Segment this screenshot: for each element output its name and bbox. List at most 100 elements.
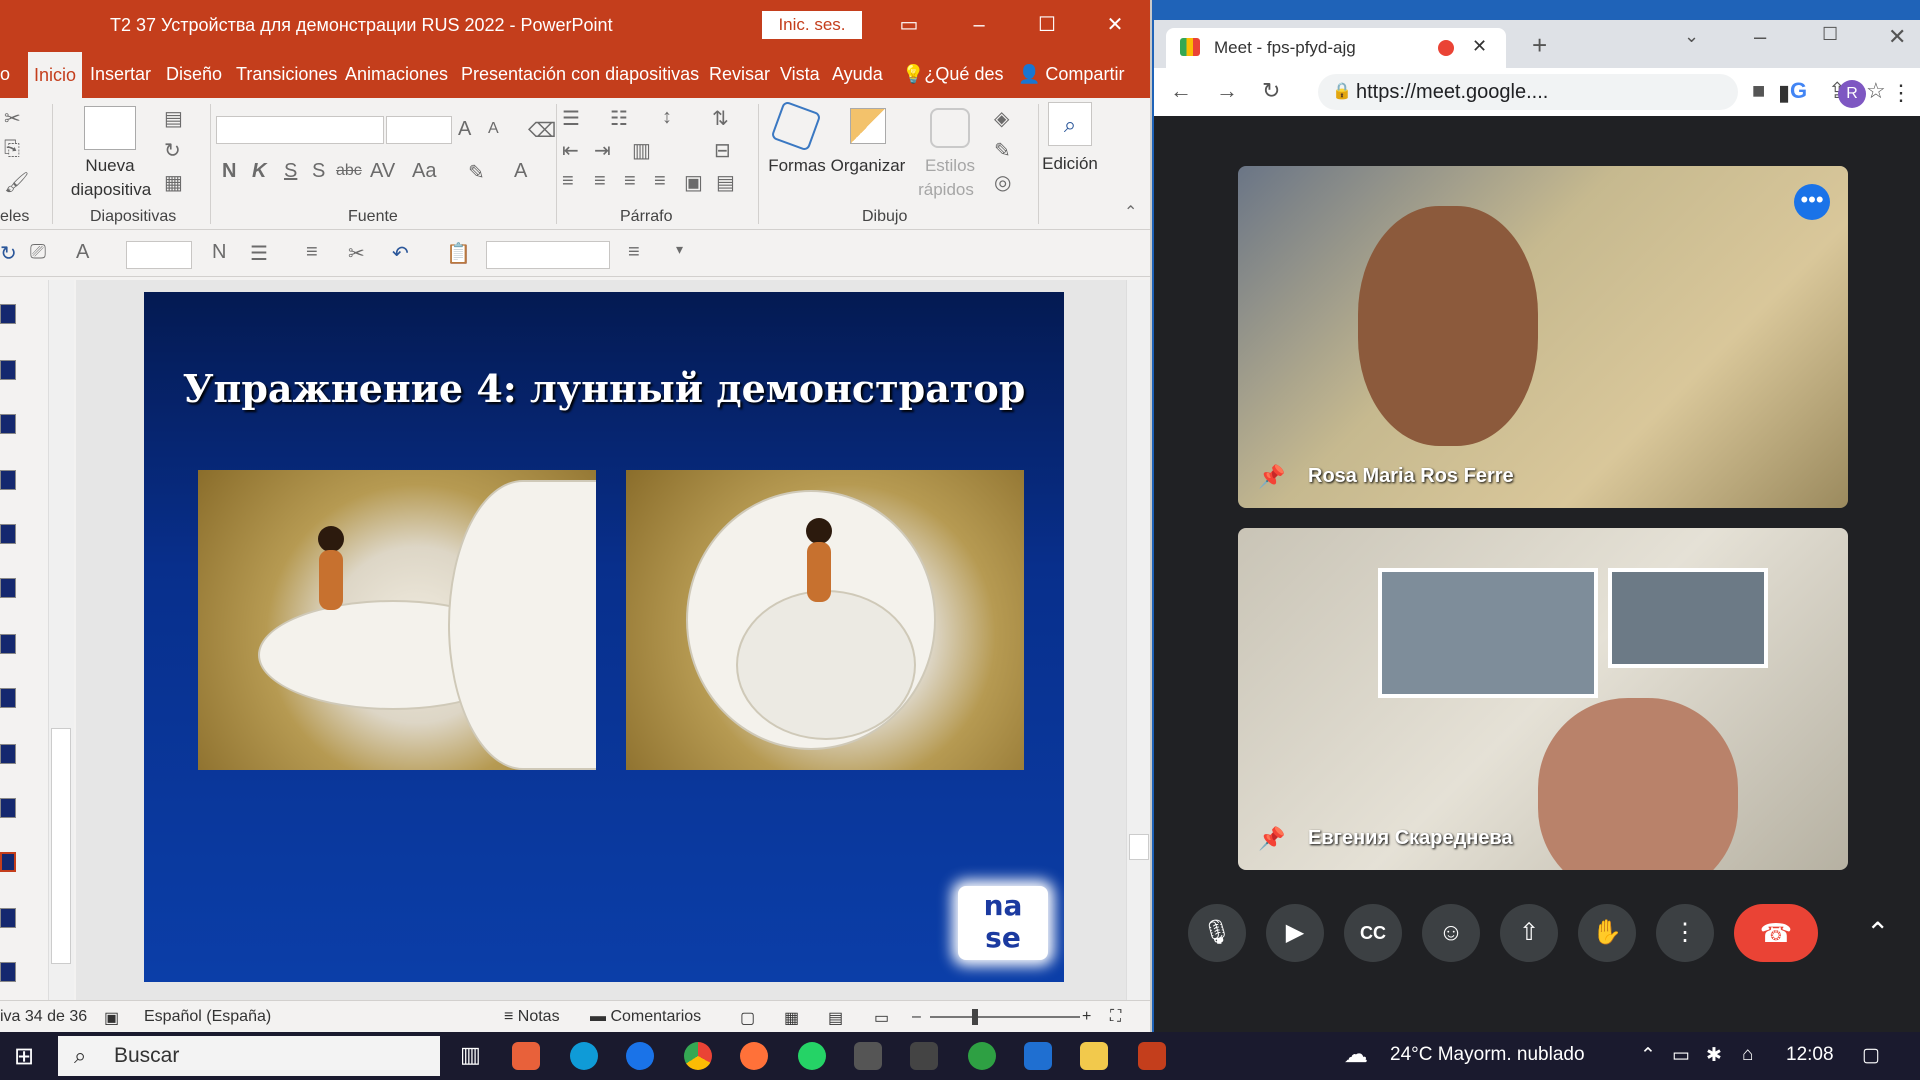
bullets-icon[interactable]: ☰ [562, 106, 580, 131]
qat-bullets-icon[interactable]: ☰ [250, 241, 268, 266]
minimize-icon[interactable]: – [964, 10, 994, 40]
underline-button[interactable]: S [284, 160, 297, 183]
slide-thumbnail[interactable] [0, 524, 16, 544]
quick-styles-label[interactable]: Estilos [912, 156, 988, 176]
reset-icon[interactable]: ↻ [164, 138, 181, 163]
spellcheck-icon[interactable]: ▣ [104, 1008, 119, 1028]
forward-icon[interactable]: → [1216, 78, 1238, 104]
powerpoint-icon[interactable] [1138, 1042, 1166, 1070]
shapes-icon[interactable] [770, 100, 822, 152]
teamviewer-icon[interactable] [626, 1042, 654, 1070]
sign-in-button[interactable]: Inic. ses. [762, 11, 862, 39]
slide-thumbnail-selected[interactable] [0, 852, 16, 872]
weather-text[interactable]: 24°C Mayorm. nublado [1390, 1044, 1585, 1066]
slide-thumbnail[interactable] [0, 798, 16, 818]
slide-thumbnail[interactable] [0, 304, 16, 324]
search-icon[interactable]: ⌕ [1048, 102, 1092, 146]
more-options-button[interactable]: ⋮ [1656, 904, 1714, 962]
action-center-icon[interactable]: ▢ [1862, 1044, 1880, 1067]
close-tab-icon[interactable]: ✕ [1472, 36, 1487, 57]
slideshow-view-icon[interactable]: ▭ [874, 1008, 889, 1028]
windows-start-icon[interactable]: ⊞ [14, 1042, 34, 1071]
shapes-label[interactable]: Formas [762, 156, 832, 176]
tab-animations[interactable]: Animaciones [345, 64, 448, 85]
present-button[interactable]: ⇧ [1500, 904, 1558, 962]
convert-smartart-icon[interactable]: ▤ [716, 170, 735, 195]
quick-styles-icon[interactable] [930, 108, 970, 148]
qat-justify-icon[interactable]: ≡ [628, 241, 640, 264]
columns-icon[interactable]: ▥ [632, 138, 651, 163]
browser-tab-meet[interactable]: Meet - fps-pfyd-ajg ✕ [1166, 28, 1506, 68]
tab-share[interactable]: 👤 Compartir [1018, 64, 1124, 85]
network-icon[interactable]: ⌂ [1742, 1044, 1753, 1066]
taskbar-search[interactable]: ⌕ Buscar [58, 1036, 440, 1076]
notes-button[interactable]: ≡ Notas [504, 1008, 560, 1026]
end-call-button[interactable]: ☎ [1734, 904, 1818, 962]
align-right-icon[interactable]: ≡ [624, 170, 636, 193]
slide-thumbnail[interactable] [0, 962, 16, 982]
slide-thumbnail[interactable] [0, 360, 16, 380]
text-direction-icon[interactable]: ⇅ [712, 106, 729, 131]
reactions-button[interactable]: ☺ [1422, 904, 1480, 962]
office-icon[interactable] [512, 1042, 540, 1070]
app-icon[interactable] [968, 1042, 996, 1070]
tab-home[interactable]: Inicio [28, 52, 83, 98]
ribbon-display-icon[interactable]: ▭ [894, 10, 924, 40]
arrange-icon[interactable] [850, 108, 886, 144]
tab-transitions[interactable]: Transiciones [236, 64, 337, 85]
chrome-minimize-icon[interactable]: – [1754, 24, 1766, 50]
tab-design[interactable]: Diseño [166, 64, 222, 85]
moon-demonstrator-photo-1[interactable] [198, 470, 596, 770]
arrange-label[interactable]: Organizar [828, 156, 908, 176]
char-spacing-button[interactable]: AV [370, 160, 395, 183]
camera-icon[interactable]: ■ [1752, 78, 1765, 104]
maximize-icon[interactable]: ☐ [1032, 10, 1062, 40]
slide-thumbnail[interactable] [0, 578, 16, 598]
whatsapp-icon[interactable] [798, 1042, 826, 1070]
comments-button[interactable]: ▬ Comentarios [590, 1008, 701, 1026]
qat-size-combo[interactable] [126, 241, 192, 269]
tab-slideshow[interactable]: Presentación con diapositivas [461, 64, 699, 85]
editing-label[interactable]: Edición [1034, 154, 1106, 174]
line-spacing-icon[interactable]: ↕ [662, 106, 672, 129]
normal-view-icon[interactable]: ▢ [740, 1008, 755, 1028]
undo-icon[interactable]: ↶ [392, 241, 409, 266]
battery-icon[interactable]: ▭ [1672, 1044, 1690, 1067]
zoom-slider[interactable] [930, 1016, 1080, 1018]
shape-outline-icon[interactable]: ✎ [994, 138, 1011, 163]
quick-styles-label-2[interactable]: rápidos [908, 180, 984, 200]
reading-view-icon[interactable]: ▤ [828, 1008, 843, 1028]
new-tab-icon[interactable]: + [1532, 30, 1547, 61]
edge-icon[interactable] [570, 1042, 598, 1070]
app-icon[interactable] [854, 1042, 882, 1070]
slide-thumbnail[interactable] [0, 414, 16, 434]
camera-button[interactable]: ▶ [1266, 904, 1324, 962]
smartart-icon[interactable]: ▣ [684, 170, 703, 195]
clear-format-icon[interactable]: ⌫ [528, 118, 556, 143]
bold-button[interactable]: N [222, 160, 236, 183]
copy-icon[interactable]: ⎘ [4, 138, 20, 161]
zoom-in-icon[interactable]: + [1082, 1008, 1091, 1026]
file-explorer-icon[interactable] [1080, 1042, 1108, 1070]
close-icon[interactable]: ✕ [1100, 10, 1130, 40]
notification-badge-icon[interactable]: ✱ [1706, 1044, 1722, 1067]
shadow-button[interactable]: S [312, 160, 325, 183]
slide-scrollbar[interactable] [1126, 280, 1150, 1000]
grow-font-icon[interactable]: A [458, 118, 471, 141]
chrome-icon[interactable] [684, 1042, 712, 1070]
font-size-combo[interactable] [386, 116, 452, 144]
tab-help[interactable]: Ayuda [832, 64, 883, 85]
pin-icon[interactable]: 📌 [1258, 826, 1285, 852]
highlight-icon[interactable]: ✎ [468, 160, 485, 185]
shape-effects-icon[interactable]: ◎ [994, 170, 1011, 195]
moon-demonstrator-photo-2[interactable] [626, 470, 1024, 770]
tab-insert[interactable]: Insertar [90, 64, 151, 85]
increase-indent-icon[interactable]: ⇥ [594, 138, 611, 163]
reload-icon[interactable]: ↻ [1262, 78, 1280, 104]
slide-thumbnail[interactable] [0, 744, 16, 764]
slide-thumbnail[interactable] [0, 908, 16, 928]
align-left-icon[interactable]: ≡ [562, 170, 574, 193]
zoom-out-icon[interactable]: – [912, 1008, 921, 1026]
shape-fill-icon[interactable]: ◈ [994, 106, 1009, 131]
redo-icon[interactable]: ↻ [0, 241, 17, 266]
